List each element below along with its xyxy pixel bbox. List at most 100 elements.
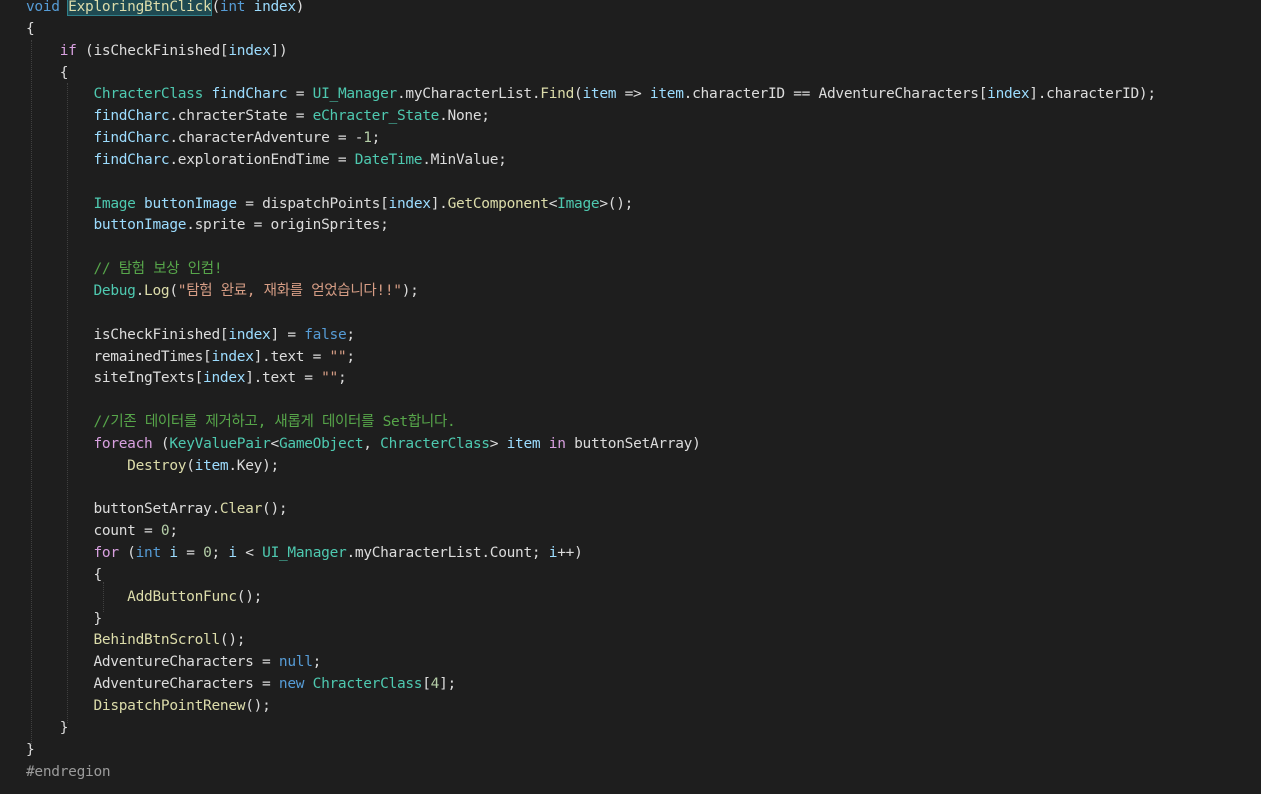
code-token: = bbox=[287, 86, 313, 103]
code-line[interactable] bbox=[26, 237, 1156, 259]
code-line[interactable]: findCharc.explorationEndTime = DateTime.… bbox=[26, 150, 1156, 172]
code-token: count = bbox=[26, 523, 161, 540]
code-line[interactable]: void ExploringBtnClick(int index) bbox=[26, 0, 1156, 19]
code-line[interactable]: findCharc.characterAdventure = -1; bbox=[26, 128, 1156, 150]
code-token: i bbox=[169, 545, 178, 562]
code-line[interactable]: Destroy(item.Key); bbox=[26, 456, 1156, 478]
code-line[interactable]: { bbox=[26, 565, 1156, 587]
code-line[interactable]: buttonSetArray.Clear(); bbox=[26, 499, 1156, 521]
code-line[interactable]: #endregion bbox=[26, 762, 1156, 784]
code-token: .myCharacterList. bbox=[396, 86, 541, 103]
code-line[interactable]: isCheckFinished[index] = false; bbox=[26, 325, 1156, 347]
code-token: ]) bbox=[270, 42, 288, 59]
code-line[interactable] bbox=[26, 303, 1156, 325]
code-token: index bbox=[228, 326, 271, 343]
code-token: (); bbox=[245, 698, 271, 714]
code-token: (); bbox=[236, 588, 263, 605]
code-line[interactable]: Image buttonImage = dispatchPoints[index… bbox=[26, 194, 1156, 216]
code-token: Debug bbox=[93, 282, 136, 299]
code-token: findCharc bbox=[93, 151, 170, 168]
code-token: Destroy bbox=[127, 457, 187, 474]
code-line[interactable]: } bbox=[26, 718, 1156, 740]
code-line[interactable]: //기존 데이터를 제거하고, 새롭게 데이터를 Set합니다. bbox=[26, 412, 1156, 434]
code-token: ; bbox=[211, 545, 229, 562]
code-token: ].characterID); bbox=[1029, 86, 1156, 103]
code-line[interactable]: BehindBtnScroll(); bbox=[26, 630, 1156, 652]
code-line[interactable]: for (int i = 0; i < UI_Manager.myCharact… bbox=[26, 543, 1156, 565]
code-token: > bbox=[489, 435, 507, 452]
code-token: GetComponent bbox=[447, 195, 549, 212]
code-token: { bbox=[26, 20, 35, 37]
code-line[interactable]: ChracterClass findCharc = UI_Manager.myC… bbox=[26, 84, 1156, 106]
code-line[interactable]: AddButtonFunc(); bbox=[26, 587, 1156, 609]
code-token: siteIngTexts[ bbox=[26, 370, 204, 387]
code-token: Image bbox=[557, 195, 600, 212]
code-token: { bbox=[26, 566, 102, 583]
code-token: ++) bbox=[557, 545, 583, 562]
code-token: DispatchPointRenew bbox=[93, 698, 246, 714]
code-token: ( bbox=[186, 457, 195, 474]
code-token: foreach bbox=[93, 435, 153, 452]
code-token: item bbox=[506, 435, 541, 452]
code-token: >(); bbox=[599, 195, 634, 212]
code-token: ExploringBtnClick bbox=[67, 0, 213, 16]
code-line[interactable]: // 탐험 보상 인컴! bbox=[26, 259, 1156, 281]
code-token: item bbox=[582, 86, 617, 103]
code-line[interactable]: { bbox=[26, 63, 1156, 85]
code-token: 0 bbox=[203, 545, 212, 562]
code-token: Clear bbox=[219, 501, 263, 518]
code-token: ChracterClass bbox=[380, 435, 490, 452]
code-line[interactable]: Debug.Log("탐험 완료, 재화를 얻었습니다!!"); bbox=[26, 281, 1156, 303]
code-token: KeyValuePair bbox=[169, 435, 271, 452]
code-token: void bbox=[26, 0, 69, 15]
code-line[interactable]: DispatchPointRenew(); bbox=[26, 696, 1156, 718]
code-line[interactable]: foreach (KeyValuePair<GameObject, Chract… bbox=[26, 434, 1156, 456]
code-line[interactable]: if (isCheckFinished[index]) bbox=[26, 41, 1156, 63]
code-token: ]; bbox=[439, 676, 456, 693]
code-token: index bbox=[388, 195, 431, 212]
code-token: Image bbox=[93, 195, 136, 212]
code-text[interactable]: void ExploringBtnClick(int index){ if (i… bbox=[26, 0, 1156, 783]
code-line[interactable]: buttonImage.sprite = originSprites; bbox=[26, 215, 1156, 237]
code-line[interactable]: findCharc.chracterState = eChracter_Stat… bbox=[26, 106, 1156, 128]
code-line[interactable] bbox=[26, 172, 1156, 194]
code-line[interactable]: count = 0; bbox=[26, 521, 1156, 543]
code-line[interactable]: { bbox=[26, 19, 1156, 41]
code-token: in bbox=[548, 435, 566, 452]
code-token: ) bbox=[295, 0, 305, 15]
code-token: = bbox=[177, 545, 204, 562]
code-token: (); bbox=[262, 501, 288, 518]
code-editor[interactable]: void ExploringBtnClick(int index){ if (i… bbox=[0, 0, 1261, 794]
code-line[interactable]: siteIngTexts[index].text = ""; bbox=[26, 368, 1156, 390]
code-line[interactable] bbox=[26, 390, 1156, 412]
code-token: < bbox=[270, 435, 280, 452]
code-line[interactable]: AdventureCharacters = null; bbox=[26, 652, 1156, 674]
code-line[interactable]: remainedTimes[index].text = ""; bbox=[26, 347, 1156, 369]
code-line[interactable] bbox=[26, 478, 1156, 500]
code-token: AddButtonFunc bbox=[127, 588, 237, 605]
code-token: index bbox=[228, 42, 271, 59]
code-line[interactable]: } bbox=[26, 740, 1156, 762]
code-token: i bbox=[548, 545, 558, 562]
code-line[interactable]: AdventureCharacters = new ChracterClass[… bbox=[26, 674, 1156, 696]
code-token: .chracterState = bbox=[169, 108, 313, 125]
code-token: (isCheckFinished[ bbox=[76, 42, 229, 59]
code-token: .myCharacterList.Count; bbox=[346, 545, 549, 562]
code-token: .MinValue; bbox=[422, 151, 507, 168]
code-line[interactable]: } bbox=[26, 609, 1156, 631]
code-token: ( bbox=[169, 282, 178, 299]
